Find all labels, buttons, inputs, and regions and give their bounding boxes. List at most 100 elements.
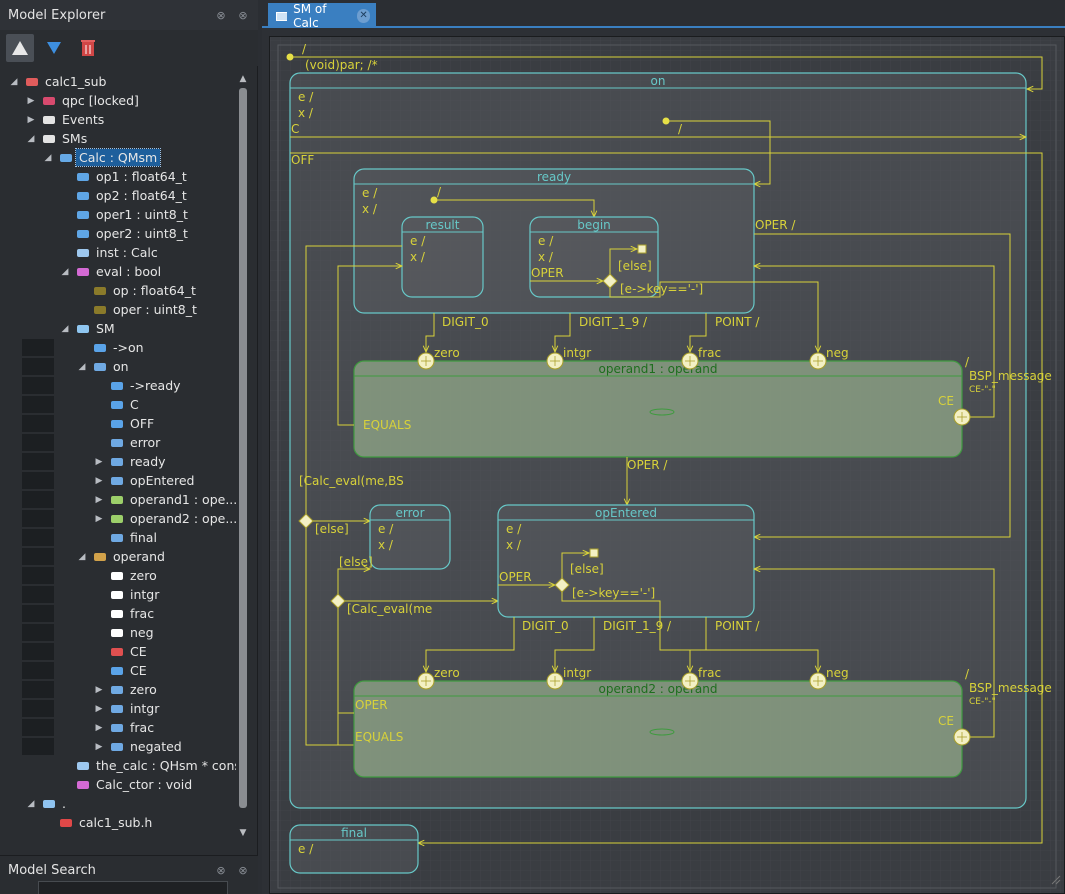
tree-item[interactable]: Calc_ctor : void [0, 775, 236, 794]
tree-item-label: qpc [locked] [62, 93, 139, 108]
state-error-title: error [395, 506, 424, 520]
tree-item[interactable]: calc1_sub.h [0, 813, 236, 832]
tree-item[interactable]: ◢ eval : bool [0, 262, 236, 281]
tree-item[interactable]: ◢ operand [0, 547, 236, 566]
model-tree[interactable]: ◢ calc1_sub ▶ qpc [locked] ▶ Events ◢ SMs ◢ Calc … [0, 72, 236, 842]
tree-item[interactable]: ▶ operand1 : ope... [0, 490, 236, 509]
scroll-down-icon[interactable]: ▼ [236, 826, 250, 840]
tree-item-label: final [130, 530, 157, 545]
state-icon [109, 721, 125, 735]
operand1-entry-neg-label: neg [826, 346, 849, 360]
tree-item-label: intgr [130, 587, 160, 602]
tree-item[interactable]: ▶ negated [0, 737, 236, 756]
expand-arrow-icon[interactable]: ◢ [77, 552, 87, 562]
tree-item[interactable]: final [0, 528, 236, 547]
tree-item[interactable]: neg [0, 623, 236, 642]
tree-item[interactable]: CE [0, 642, 236, 661]
begin-exit-action: x / [538, 250, 554, 264]
tree-item[interactable]: frac [0, 604, 236, 623]
expand-arrow-icon[interactable]: ◢ [9, 77, 19, 87]
diagram-canvas[interactable]: / (void)par; /* on e / x / C OFF / ready e / x / / r… [269, 36, 1065, 894]
tree-item-label: the_calc : QHsm * const [96, 758, 236, 773]
tree-item[interactable]: ▶ Events [0, 110, 236, 129]
tree-item[interactable]: the_calc : QHsm * const [0, 756, 236, 775]
tree-item[interactable]: ◢. [0, 794, 236, 813]
tree-item[interactable]: ▶ frac [0, 718, 236, 737]
delete-button[interactable] [74, 34, 102, 62]
tree-gutter [22, 605, 54, 622]
ready-point-label: POINT / [715, 315, 760, 329]
tree-item[interactable]: ◢ Calc : QMsm [0, 148, 236, 167]
expand-arrow-icon[interactable]: ◢ [60, 267, 70, 277]
state-machine-icon [276, 11, 288, 21]
tree-item[interactable]: ▶ zero [0, 680, 236, 699]
tree-item[interactable]: op2 : float64_t [0, 186, 236, 205]
tree-gutter [22, 567, 54, 584]
scroll-up-icon[interactable]: ▲ [236, 72, 250, 86]
state-diagram[interactable]: /(void)par; /*one /x /COFF/readye /x //r… [270, 37, 1064, 893]
expand-arrow-icon[interactable]: ◢ [60, 324, 70, 334]
tree-item[interactable]: inst : Calc [0, 243, 236, 262]
tree-item[interactable]: op1 : float64_t [0, 167, 236, 186]
collapse-arrow-icon[interactable]: ▶ [94, 685, 104, 695]
collapse-arrow-icon[interactable]: ▶ [94, 495, 104, 505]
search-combo[interactable] [38, 881, 228, 894]
tree-item[interactable]: ▶ operand2 : ope... [0, 509, 236, 528]
state-icon [109, 531, 125, 545]
on-exit-action: x / [298, 106, 314, 120]
restore-search-icon[interactable]: ⊗ [214, 863, 228, 877]
tree-item-label: zero [130, 682, 157, 697]
expand-arrow-icon[interactable]: ◢ [77, 362, 87, 372]
tree-item[interactable]: ->on [0, 338, 236, 357]
tree-item-label: oper1 : uint8_t [96, 207, 188, 222]
calc-eval-mid-label: [Calc_eval(me [347, 602, 432, 616]
collapse-arrow-icon[interactable]: ▶ [94, 723, 104, 733]
tree-item[interactable]: oper : uint8_t [0, 300, 236, 319]
close-tab-icon[interactable]: ✕ [357, 8, 370, 23]
tree-item[interactable]: ◢ SMs [0, 129, 236, 148]
move-down-button[interactable] [40, 34, 68, 62]
move-up-button[interactable] [6, 34, 34, 62]
tree-item[interactable]: zero [0, 566, 236, 585]
tree-item[interactable]: intgr [0, 585, 236, 604]
collapse-arrow-icon[interactable]: ▶ [94, 514, 104, 524]
tree-item[interactable]: ->ready [0, 376, 236, 395]
collapse-arrow-icon[interactable]: ▶ [26, 96, 36, 106]
tree-item[interactable]: ▶ qpc [locked] [0, 91, 236, 110]
close-panel-icon[interactable]: ⊗ [236, 8, 250, 22]
tree-item[interactable]: CE [0, 661, 236, 680]
op-point-label: POINT / [715, 619, 760, 633]
collapse-arrow-icon[interactable]: ▶ [94, 476, 104, 486]
scroll-thumb[interactable] [239, 88, 247, 808]
collapse-arrow-icon[interactable]: ▶ [94, 704, 104, 714]
editor-tabbar: SM of Calc ✕ [262, 0, 1065, 30]
tree-item[interactable]: ◢ on [0, 357, 236, 376]
operand1-ce-label: CE [938, 394, 954, 408]
tree-item[interactable]: oper2 : uint8_t [0, 224, 236, 243]
restore-panel-icon[interactable]: ⊗ [214, 8, 228, 22]
tree-item[interactable]: ◢ calc1_sub [0, 72, 236, 91]
expand-arrow-icon[interactable]: ◢ [26, 134, 36, 144]
tree-item-label: oper : uint8_t [113, 302, 197, 317]
close-search-icon[interactable]: ⊗ [236, 863, 250, 877]
collapse-arrow-icon[interactable]: ▶ [94, 742, 104, 752]
expand-arrow-icon[interactable]: ◢ [26, 799, 36, 809]
expand-arrow-icon[interactable]: ◢ [43, 153, 53, 163]
tree-item[interactable]: OFF [0, 414, 236, 433]
collapse-arrow-icon[interactable]: ▶ [94, 457, 104, 467]
collapse-arrow-icon[interactable]: ▶ [26, 115, 36, 125]
tree-scrollbar[interactable]: ▲ ▼ [236, 72, 250, 842]
operand1-bsp-label: BSP_message [969, 369, 1052, 383]
tree-item-label: frac [130, 606, 155, 621]
tree-item[interactable]: ▶ opEntered [0, 471, 236, 490]
submachine-state-icon [109, 493, 125, 507]
tree-item[interactable]: oper1 : uint8_t [0, 205, 236, 224]
tree-item[interactable]: ▶ intgr [0, 699, 236, 718]
tree-item[interactable]: error [0, 433, 236, 452]
attribute-icon [75, 170, 91, 184]
tree-item[interactable]: ▶ ready [0, 452, 236, 471]
tab-sm-of-calc[interactable]: SM of Calc ✕ [268, 2, 376, 30]
tree-item[interactable]: C [0, 395, 236, 414]
tree-item[interactable]: ◢ SM [0, 319, 236, 338]
tree-item[interactable]: op : float64_t [0, 281, 236, 300]
